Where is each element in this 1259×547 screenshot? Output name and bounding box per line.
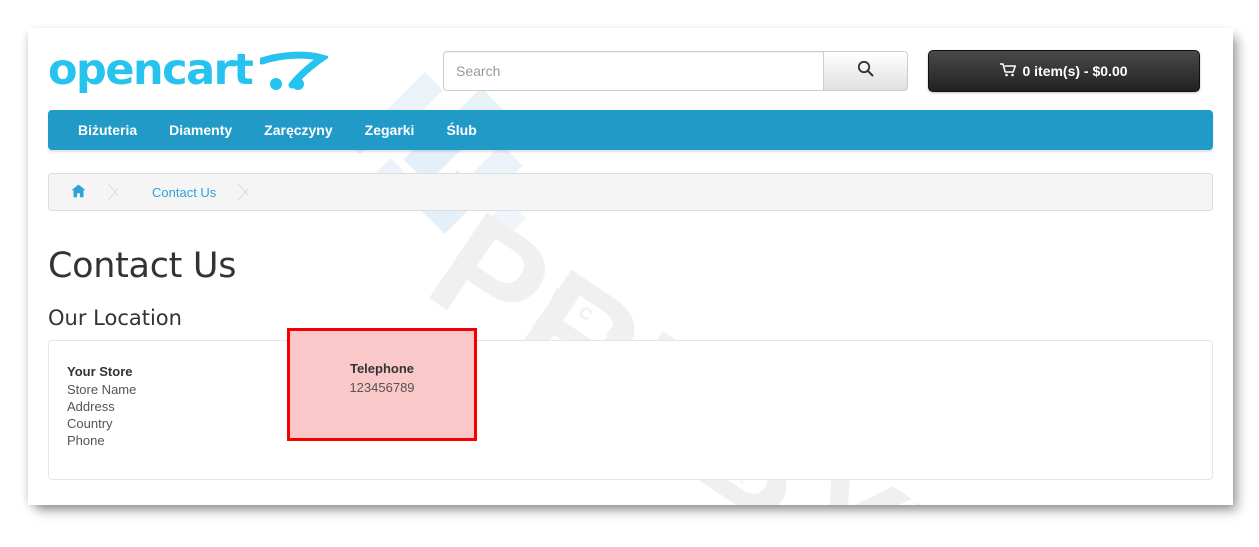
nav-item-zegarki[interactable]: Zegarki bbox=[349, 110, 431, 150]
site-header: opencart Search 0 item(s) - $0.00 bbox=[28, 28, 1233, 113]
screenshot-root: PREBYTES S E C U R I T Y L A Y E opencar… bbox=[0, 0, 1259, 547]
breadcrumb-item-contact-us[interactable]: Contact Us bbox=[130, 174, 238, 210]
cart-icon bbox=[1000, 62, 1017, 80]
telephone-label: Telephone bbox=[349, 361, 415, 376]
logo-text: opencart bbox=[48, 44, 254, 95]
section-title-our-location: Our Location bbox=[48, 306, 182, 330]
store-line-country: Country bbox=[67, 416, 113, 431]
search-bar bbox=[443, 51, 908, 91]
breadcrumb-separator bbox=[238, 174, 260, 210]
page-sheet: PREBYTES S E C U R I T Y L A Y E opencar… bbox=[28, 28, 1233, 505]
store-line-phone: Phone bbox=[67, 433, 105, 448]
search-button[interactable] bbox=[823, 51, 908, 91]
site-logo[interactable]: opencart bbox=[48, 44, 329, 96]
telephone-highlight-box: Telephone 123456789 bbox=[287, 328, 477, 441]
main-navigation: Biżuteria Diamenty Zaręczyny Zegarki Ślu… bbox=[48, 110, 1213, 150]
breadcrumb: Contact Us bbox=[48, 173, 1213, 211]
search-icon bbox=[857, 60, 874, 82]
store-title: Your Store bbox=[67, 364, 133, 379]
home-icon bbox=[71, 184, 86, 201]
nav-item-bizuteria[interactable]: Biżuteria bbox=[62, 110, 153, 150]
store-line-address: Address bbox=[67, 399, 115, 414]
cart-button[interactable]: 0 item(s) - $0.00 bbox=[928, 50, 1200, 92]
breadcrumb-separator bbox=[108, 174, 130, 210]
nav-item-slub[interactable]: Ślub bbox=[430, 110, 492, 150]
store-line-name: Store Name bbox=[67, 382, 137, 397]
telephone-value: 123456789 bbox=[349, 380, 415, 395]
search-input[interactable] bbox=[443, 51, 823, 91]
page-title: Contact Us bbox=[48, 246, 237, 286]
nav-item-diamenty[interactable]: Diamenty bbox=[153, 110, 248, 150]
shopping-cart-icon bbox=[260, 49, 329, 91]
breadcrumb-home[interactable] bbox=[49, 174, 108, 210]
store-details: Your Store Store Name Address Country Ph… bbox=[67, 363, 136, 449]
location-panel: Your Store Store Name Address Country Ph… bbox=[48, 340, 1213, 480]
cart-label: 0 item(s) - $0.00 bbox=[1022, 63, 1128, 79]
nav-item-zareczyny[interactable]: Zaręczyny bbox=[248, 110, 348, 150]
